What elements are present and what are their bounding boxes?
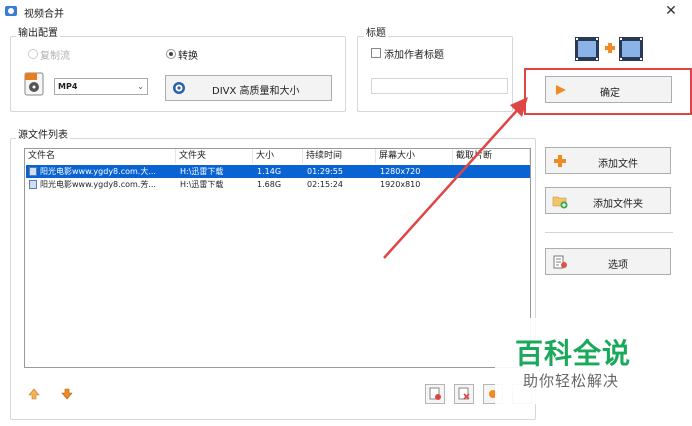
profile-label: DIVX 高质量和大小	[212, 86, 300, 97]
remove-file-button[interactable]	[425, 384, 445, 404]
add-author-title-checkbox[interactable]	[371, 48, 381, 58]
column-header-size[interactable]: 大小	[253, 149, 303, 163]
format-icon	[24, 72, 44, 96]
video-file-icon	[29, 167, 37, 176]
profile-button[interactable]: DIVX 高质量和大小	[165, 75, 332, 101]
format-select-value: MP4	[58, 82, 78, 91]
confirm-button[interactable]: 确定	[545, 76, 672, 103]
window-title: 视频合并	[24, 9, 64, 20]
options-icon	[552, 254, 568, 270]
copy-stream-radio[interactable]	[28, 49, 38, 59]
title-legend: 标题	[364, 24, 388, 39]
film-merge-icon	[573, 35, 645, 63]
add-file-button[interactable]: 添加文件	[545, 147, 671, 174]
cell-size: 1.14G	[257, 167, 282, 176]
confirm-label: 确定	[600, 88, 620, 99]
add-file-label: 添加文件	[598, 159, 638, 170]
add-folder-icon	[552, 193, 568, 209]
options-label: 选项	[608, 260, 628, 271]
column-header-folder[interactable]: 文件夹	[176, 149, 253, 163]
arrow-right-icon	[554, 83, 568, 97]
watermark-title: 百科全说	[515, 337, 632, 370]
add-folder-label: 添加文件夹	[593, 199, 643, 210]
format-select[interactable]: MP4 ⌄	[54, 78, 148, 95]
cell-folder: H:\迅雷下载	[180, 180, 224, 189]
close-icon[interactable]: ✕	[660, 2, 682, 20]
move-down-icon[interactable]	[61, 388, 73, 400]
add-author-title-label: 添加作者标题	[384, 50, 444, 61]
output-config-legend: 输出配置	[16, 24, 60, 39]
delete-file-button[interactable]	[454, 384, 474, 404]
options-button[interactable]: 选项	[545, 248, 671, 275]
title-bar: 视频合并 ✕	[0, 0, 692, 22]
app-icon	[4, 4, 18, 18]
cell-name: 阳光电影www.ygdy8.com.大...	[40, 167, 156, 176]
chevron-down-icon: ⌄	[137, 82, 144, 91]
cell-duration: 01:29:55	[307, 167, 343, 176]
video-file-icon	[29, 180, 37, 189]
cell-size: 1.68G	[257, 180, 282, 189]
move-up-icon[interactable]	[28, 388, 40, 400]
source-list-legend: 源文件列表	[16, 126, 70, 141]
cell-duration: 02:15:24	[307, 180, 343, 189]
profile-icon	[172, 81, 186, 95]
column-header-duration[interactable]: 持续时间	[303, 149, 376, 163]
copy-stream-label: 复制流	[40, 51, 70, 62]
cell-folder: H:\迅雷下载	[180, 167, 224, 176]
add-folder-button[interactable]: 添加文件夹	[545, 187, 671, 214]
convert-radio[interactable]	[166, 49, 176, 59]
column-header-name[interactable]: 文件名	[25, 149, 176, 163]
plus-icon	[553, 154, 567, 168]
cell-name: 阳光电影www.ygdy8.com.芳...	[40, 180, 156, 189]
watermark-subtitle: 助你轻松解决	[523, 372, 620, 390]
right-divider	[545, 232, 673, 233]
convert-label: 转换	[178, 51, 198, 62]
annotation-arrow	[383, 97, 528, 259]
watermark-panel: 百科全说 助你轻松解决	[495, 318, 665, 404]
